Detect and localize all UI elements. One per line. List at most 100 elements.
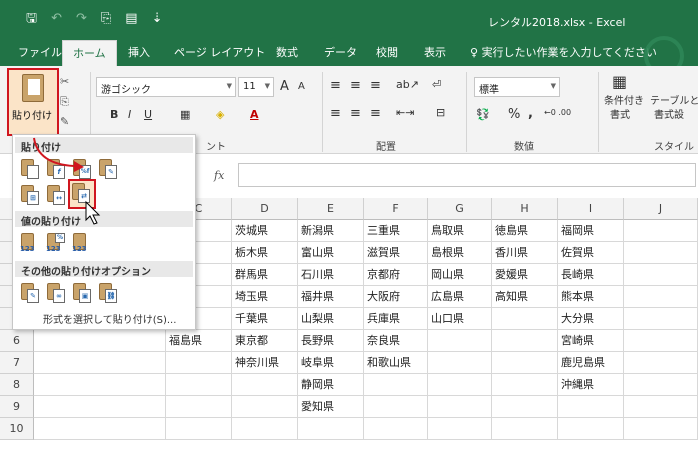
- table-cell[interactable]: [232, 418, 298, 440]
- table-cell[interactable]: 静岡県: [298, 374, 364, 396]
- table-cell[interactable]: 長野県: [298, 330, 364, 352]
- table-cell[interactable]: 広島県: [428, 286, 492, 308]
- table-cell[interactable]: 長崎県: [558, 264, 624, 286]
- table-cell[interactable]: [558, 418, 624, 440]
- paste-no-borders-icon[interactable]: ⊞: [19, 183, 41, 207]
- align-top-icon[interactable]: ≡: [330, 78, 341, 93]
- paste-formatting-icon[interactable]: ✎: [19, 281, 41, 305]
- currency-icon[interactable]: 💱: [476, 108, 490, 121]
- copy-icon[interactable]: ⎘: [60, 92, 69, 112]
- table-cell[interactable]: [34, 330, 166, 352]
- align-bottom-icon[interactable]: ≡: [370, 78, 381, 93]
- table-cell[interactable]: [492, 330, 558, 352]
- undo-icon[interactable]: ↶: [51, 12, 62, 26]
- table-cell[interactable]: 三重県: [364, 220, 428, 242]
- merge-center-icon[interactable]: ⊟: [436, 106, 445, 119]
- column-header-d[interactable]: D: [232, 198, 298, 220]
- save-icon[interactable]: 🖫: [26, 12, 37, 26]
- table-cell[interactable]: 兵庫県: [364, 308, 428, 330]
- paste-link-icon[interactable]: ∞: [45, 281, 67, 305]
- column-header-e[interactable]: E: [298, 198, 364, 220]
- table-cell[interactable]: 大分県: [558, 308, 624, 330]
- borders-icon[interactable]: ▦: [180, 108, 190, 121]
- table-cell[interactable]: [232, 396, 298, 418]
- table-cell[interactable]: 滋賀県: [364, 242, 428, 264]
- tell-me-search[interactable]: ♀ 実行したい作業を入力してください: [470, 44, 657, 60]
- table-cell[interactable]: 岐阜県: [298, 352, 364, 374]
- table-cell[interactable]: [624, 308, 698, 330]
- table-cell[interactable]: [364, 418, 428, 440]
- table-cell[interactable]: 熊本県: [558, 286, 624, 308]
- table-format-label-2[interactable]: 書式設: [654, 106, 684, 121]
- align-right-icon[interactable]: ≡: [370, 106, 381, 121]
- table-cell[interactable]: [364, 374, 428, 396]
- grow-font-button[interactable]: A: [280, 79, 289, 94]
- percent-button[interactable]: %: [508, 107, 520, 122]
- table-cell[interactable]: 東京都: [232, 330, 298, 352]
- fill-color-icon[interactable]: ◈: [216, 108, 224, 121]
- font-color-button[interactable]: A: [250, 108, 259, 121]
- table-cell[interactable]: [166, 396, 232, 418]
- table-cell[interactable]: 鹿児島県: [558, 352, 624, 374]
- tab-home[interactable]: ホーム: [62, 40, 117, 66]
- align-left-icon[interactable]: ≡: [330, 106, 341, 121]
- tab-data[interactable]: データ: [324, 44, 357, 60]
- table-cell[interactable]: 新潟県: [298, 220, 364, 242]
- table-cell[interactable]: [428, 330, 492, 352]
- paste-button[interactable]: 貼り付け: [7, 68, 59, 136]
- tab-file[interactable]: ファイル: [18, 44, 62, 60]
- increase-decimal-icon[interactable]: ←0 .00: [544, 108, 571, 117]
- tab-view[interactable]: 表示: [424, 44, 446, 60]
- paste-values-number-format-icon[interactable]: % 123: [45, 231, 67, 255]
- table-cell[interactable]: 埼玉県: [232, 286, 298, 308]
- table-cell[interactable]: [492, 308, 558, 330]
- table-cell[interactable]: 茨城県: [232, 220, 298, 242]
- table-cell[interactable]: [34, 374, 166, 396]
- conditional-format-label-2[interactable]: 書式: [610, 106, 630, 121]
- table-cell[interactable]: [166, 374, 232, 396]
- table-cell[interactable]: [34, 396, 166, 418]
- table-cell[interactable]: 鳥取県: [428, 220, 492, 242]
- table-cell[interactable]: [492, 374, 558, 396]
- paste-picture-icon[interactable]: ▣: [71, 281, 93, 305]
- table-cell[interactable]: [624, 286, 698, 308]
- format-painter-icon[interactable]: ✎: [60, 112, 69, 132]
- row-header-7[interactable]: 7: [0, 352, 34, 374]
- table-cell[interactable]: [232, 374, 298, 396]
- table-cell[interactable]: [624, 374, 698, 396]
- table-cell[interactable]: [364, 396, 428, 418]
- paste-special-link[interactable]: 形式を選択して貼り付け(S)...: [43, 311, 176, 326]
- table-cell[interactable]: [298, 418, 364, 440]
- table-cell[interactable]: 福岡県: [558, 220, 624, 242]
- table-cell[interactable]: 千葉県: [232, 308, 298, 330]
- paste-keep-source-format-icon[interactable]: ✎: [97, 157, 119, 181]
- table-cell[interactable]: 愛媛県: [492, 264, 558, 286]
- comma-button[interactable]: ,: [528, 106, 533, 121]
- paste-values-icon[interactable]: 123: [19, 231, 41, 255]
- table-cell[interactable]: 徳島県: [492, 220, 558, 242]
- table-cell[interactable]: [624, 330, 698, 352]
- paste-format-icon[interactable]: ⎘: [101, 12, 111, 26]
- table-cell[interactable]: 愛知県: [298, 396, 364, 418]
- row-header-6[interactable]: 6: [0, 330, 34, 352]
- paste-keep-width-icon[interactable]: ↔: [45, 183, 67, 207]
- customize-icon[interactable]: ⇣: [152, 12, 163, 26]
- table-cell[interactable]: 栃木県: [232, 242, 298, 264]
- fx-label[interactable]: fx: [214, 169, 224, 182]
- tab-review[interactable]: 校閲: [376, 44, 398, 60]
- underline-button[interactable]: U: [144, 108, 152, 121]
- wrap-text-icon[interactable]: ⏎: [432, 78, 441, 91]
- redo-icon[interactable]: ↷: [76, 12, 87, 26]
- table-cell[interactable]: 富山県: [298, 242, 364, 264]
- table-cell[interactable]: [166, 418, 232, 440]
- table-cell[interactable]: 奈良県: [364, 330, 428, 352]
- table-cell[interactable]: 群馬県: [232, 264, 298, 286]
- column-header-f[interactable]: F: [364, 198, 428, 220]
- paste-values-source-format-icon[interactable]: 123: [71, 231, 93, 255]
- orientation-icon[interactable]: ab↗: [396, 78, 419, 91]
- table-cell[interactable]: 沖縄県: [558, 374, 624, 396]
- tab-page-layout[interactable]: ページ レイアウト: [174, 44, 265, 60]
- table-cell[interactable]: [492, 418, 558, 440]
- tab-insert[interactable]: 挿入: [128, 44, 150, 60]
- indent-icon[interactable]: ⇤⇥: [396, 106, 414, 119]
